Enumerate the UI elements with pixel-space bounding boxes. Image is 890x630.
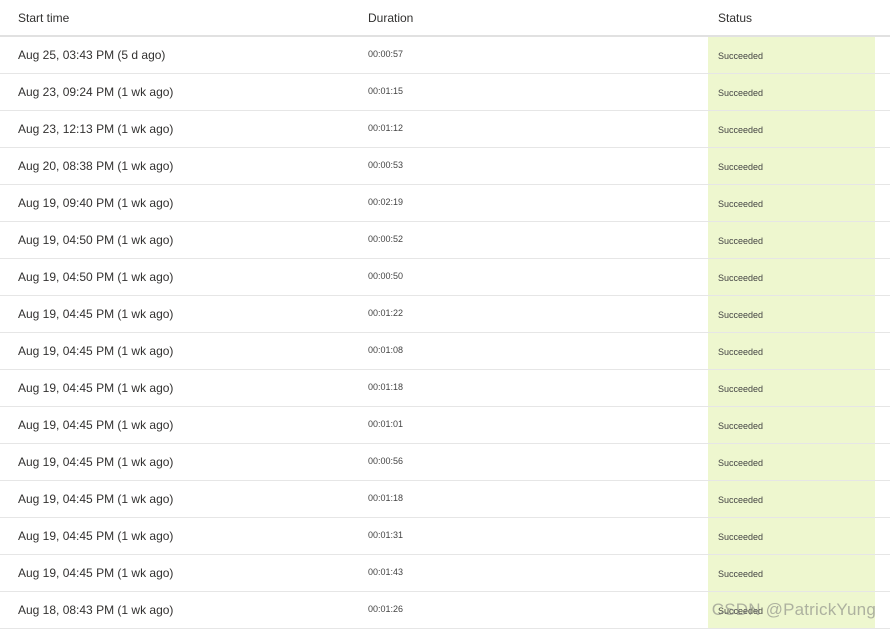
table-row[interactable]: Aug 19, 04:45 PM (1 wk ago) 00:01:18 Succe… bbox=[0, 370, 890, 407]
duration-cell: 00:01:18 bbox=[368, 493, 404, 503]
status-cell: Succeeded bbox=[708, 296, 875, 332]
start-time-cell: Aug 19, 09:40 PM (1 wk ago) bbox=[18, 196, 174, 210]
status-badge: Succeeded bbox=[718, 532, 764, 542]
duration-cell: 00:00:56 bbox=[368, 456, 404, 466]
duration-cell: 00:01:08 bbox=[368, 345, 404, 355]
start-time-cell: Aug 23, 12:13 PM (1 wk ago) bbox=[18, 122, 174, 136]
table-row[interactable]: Aug 19, 04:45 PM (1 wk ago) 00:01:31 Succe… bbox=[0, 518, 890, 555]
duration-cell: 00:00:53 bbox=[368, 160, 404, 170]
duration-cell: 00:01:01 bbox=[368, 419, 404, 429]
status-cell: Succeeded bbox=[708, 333, 875, 369]
table-row[interactable]: Aug 23, 09:24 PM (1 wk ago) 00:01:15 Succe… bbox=[0, 74, 890, 111]
column-header-duration[interactable]: Duration bbox=[368, 11, 413, 25]
start-time-cell: Aug 19, 04:45 PM (1 wk ago) bbox=[18, 492, 174, 506]
status-badge: Succeeded bbox=[718, 310, 764, 320]
table-row[interactable]: Aug 19, 04:50 PM (1 wk ago) 00:00:50 Succe… bbox=[0, 259, 890, 296]
table-row[interactable]: Aug 19, 04:45 PM (1 wk ago) 00:01:08 Succe… bbox=[0, 333, 890, 370]
duration-cell: 00:01:22 bbox=[368, 308, 404, 318]
status-cell: Succeeded bbox=[708, 444, 875, 480]
duration-cell: 00:01:43 bbox=[368, 567, 404, 577]
duration-cell: 00:02:19 bbox=[368, 197, 404, 207]
duration-cell: 00:01:31 bbox=[368, 530, 404, 540]
start-time-cell: Aug 19, 04:45 PM (1 wk ago) bbox=[18, 566, 174, 580]
status-badge: Succeeded bbox=[718, 384, 764, 394]
status-badge: Succeeded bbox=[718, 458, 764, 468]
table-row[interactable]: Aug 23, 12:13 PM (1 wk ago) 00:01:12 Succe… bbox=[0, 111, 890, 148]
status-cell: Succeeded bbox=[708, 111, 875, 147]
status-badge: Succeeded bbox=[718, 569, 764, 579]
status-cell: Succeeded bbox=[708, 74, 875, 110]
table-row[interactable]: Aug 19, 09:40 PM (1 wk ago) 00:02:19 Succe… bbox=[0, 185, 890, 222]
duration-cell: 00:01:15 bbox=[368, 86, 404, 96]
status-badge: Succeeded bbox=[718, 199, 764, 209]
runs-table: Start time Duration Status Aug 25, 03:43… bbox=[0, 0, 890, 629]
table-row[interactable]: Aug 20, 08:38 PM (1 wk ago) 00:00:53 Succe… bbox=[0, 148, 890, 185]
status-badge: Succeeded bbox=[718, 273, 764, 283]
table-row[interactable]: Aug 19, 04:45 PM (1 wk ago) 00:01:22 Succe… bbox=[0, 296, 890, 333]
status-cell: Succeeded bbox=[708, 407, 875, 443]
start-time-cell: Aug 19, 04:50 PM (1 wk ago) bbox=[18, 233, 174, 247]
status-cell: Succeeded bbox=[708, 148, 875, 184]
start-time-cell: Aug 20, 08:38 PM (1 wk ago) bbox=[18, 159, 174, 173]
duration-cell: 00:00:52 bbox=[368, 234, 404, 244]
status-cell: Succeeded bbox=[708, 37, 875, 73]
status-cell: Succeeded bbox=[708, 185, 875, 221]
start-time-cell: Aug 25, 03:43 PM (5 d ago) bbox=[18, 48, 166, 62]
table-row[interactable]: Aug 19, 04:45 PM (1 wk ago) 00:01:01 Succe… bbox=[0, 407, 890, 444]
duration-cell: 00:00:50 bbox=[368, 271, 404, 281]
status-badge: Succeeded bbox=[718, 421, 764, 431]
table-header: Start time Duration Status bbox=[0, 0, 890, 37]
start-time-cell: Aug 18, 08:43 PM (1 wk ago) bbox=[18, 603, 174, 617]
status-cell: Succeeded bbox=[708, 518, 875, 554]
column-header-status[interactable]: Status bbox=[718, 11, 752, 25]
start-time-cell: Aug 19, 04:45 PM (1 wk ago) bbox=[18, 344, 174, 358]
start-time-cell: Aug 19, 04:45 PM (1 wk ago) bbox=[18, 381, 174, 395]
status-cell: Succeeded bbox=[708, 370, 875, 406]
start-time-cell: Aug 23, 09:24 PM (1 wk ago) bbox=[18, 85, 174, 99]
start-time-cell: Aug 19, 04:45 PM (1 wk ago) bbox=[18, 307, 174, 321]
duration-cell: 00:00:57 bbox=[368, 49, 404, 59]
status-badge: Succeeded bbox=[718, 125, 764, 135]
duration-cell: 00:01:26 bbox=[368, 604, 404, 614]
table-row[interactable]: Aug 25, 03:43 PM (5 d ago) 00:00:57 Succee… bbox=[0, 37, 890, 74]
status-badge: Succeeded bbox=[718, 495, 764, 505]
table-row[interactable]: Aug 19, 04:45 PM (1 wk ago) 00:01:43 Succe… bbox=[0, 555, 890, 592]
duration-cell: 00:01:18 bbox=[368, 382, 404, 392]
status-badge: Succeeded bbox=[718, 347, 764, 357]
status-cell: Succeeded bbox=[708, 481, 875, 517]
table-row[interactable]: Aug 19, 04:45 PM (1 wk ago) 00:01:18 Succe… bbox=[0, 481, 890, 518]
status-badge: Succeeded bbox=[718, 88, 764, 98]
table-row[interactable]: Aug 19, 04:50 PM (1 wk ago) 00:00:52 Succe… bbox=[0, 222, 890, 259]
status-badge: Succeeded bbox=[718, 51, 764, 61]
start-time-cell: Aug 19, 04:50 PM (1 wk ago) bbox=[18, 270, 174, 284]
start-time-cell: Aug 19, 04:45 PM (1 wk ago) bbox=[18, 529, 174, 543]
duration-cell: 00:01:12 bbox=[368, 123, 404, 133]
table-body: Aug 25, 03:43 PM (5 d ago) 00:00:57 Succee… bbox=[0, 37, 890, 629]
status-badge: Succeeded bbox=[718, 236, 764, 246]
status-badge: Succeeded bbox=[718, 162, 764, 172]
start-time-cell: Aug 19, 04:45 PM (1 wk ago) bbox=[18, 418, 174, 432]
status-cell: Succeeded bbox=[708, 555, 875, 591]
status-cell: Succeeded bbox=[708, 222, 875, 258]
start-time-cell: Aug 19, 04:45 PM (1 wk ago) bbox=[18, 455, 174, 469]
column-header-start-time[interactable]: Start time bbox=[18, 11, 69, 25]
watermark: CSDN @PatrickYung bbox=[711, 600, 876, 619]
status-cell: Succeeded bbox=[708, 259, 875, 295]
table-row[interactable]: Aug 19, 04:45 PM (1 wk ago) 00:00:56 Succe… bbox=[0, 444, 890, 481]
